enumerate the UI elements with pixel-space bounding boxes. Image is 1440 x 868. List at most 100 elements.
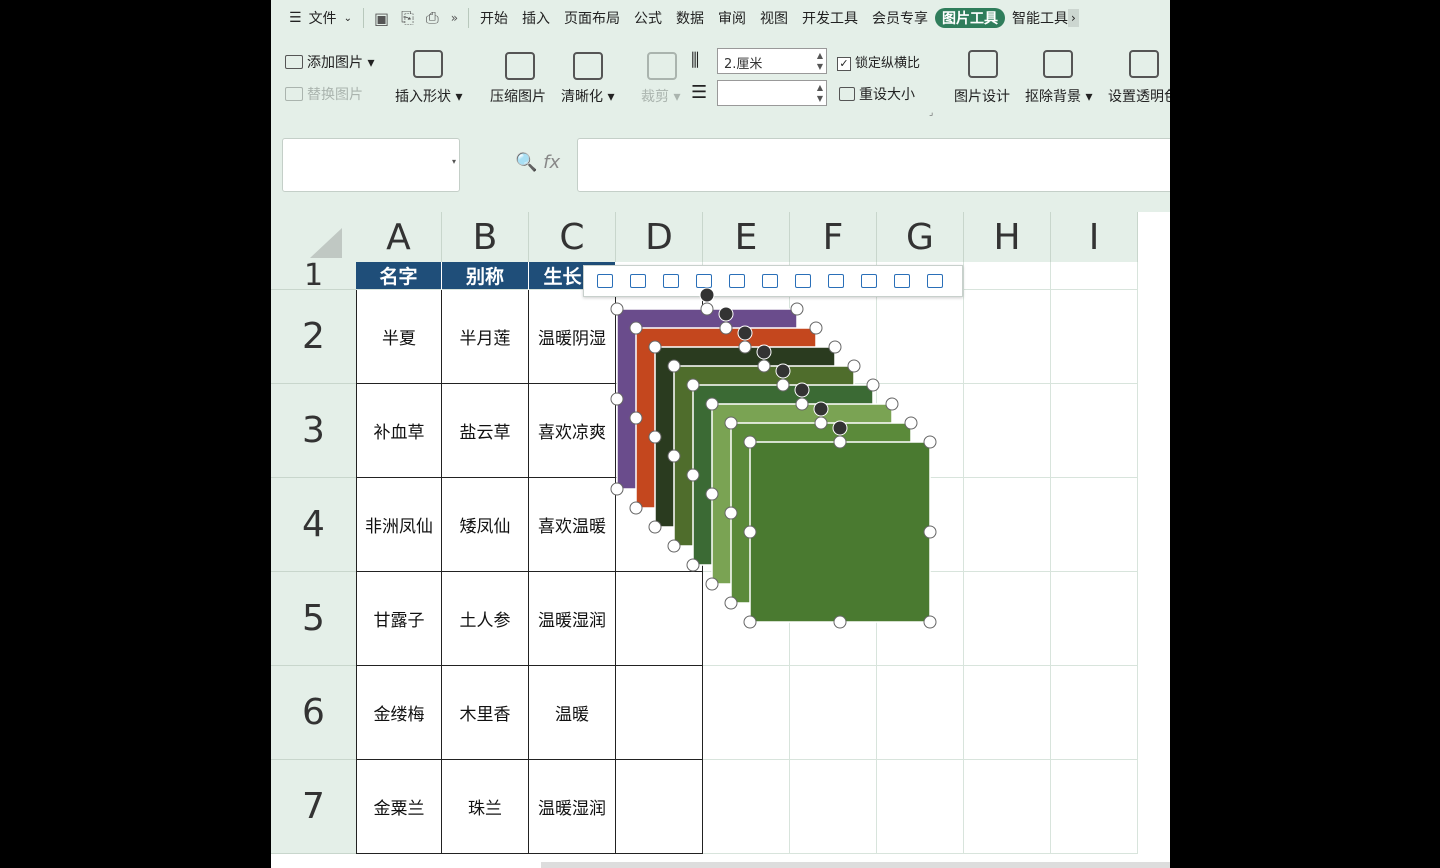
file-menu[interactable]: 文件 <box>309 8 344 28</box>
resize-handle[interactable] <box>705 397 719 411</box>
export-pdf-icon[interactable]: ⎘ <box>395 8 420 28</box>
resize-handle[interactable] <box>790 302 804 316</box>
hamburger-menu-icon[interactable]: ☰ <box>271 10 309 26</box>
resize-handle[interactable] <box>667 539 681 553</box>
add-picture-button[interactable]: 添加图片 ▾ <box>285 52 374 72</box>
resize-handle[interactable] <box>923 615 937 629</box>
sharpen-icon <box>573 52 603 80</box>
resize-handle[interactable] <box>667 359 681 373</box>
lock-ratio-checkbox[interactable]: ✓ 锁定纵横比 <box>837 52 920 71</box>
tab-review[interactable]: 审阅 <box>711 8 753 28</box>
resize-handle[interactable] <box>904 416 918 430</box>
resize-handle[interactable] <box>724 506 738 520</box>
resize-handle[interactable] <box>686 468 700 482</box>
resize-handle[interactable] <box>743 615 757 629</box>
resize-handle[interactable] <box>757 359 771 373</box>
resize-handle[interactable] <box>610 392 624 406</box>
resize-handle[interactable] <box>686 378 700 392</box>
crop-button[interactable]: 裁剪 ▾ <box>641 86 680 106</box>
resize-handle[interactable] <box>629 411 643 425</box>
resize-handle[interactable] <box>700 302 714 316</box>
resize-handle[interactable] <box>629 501 643 515</box>
resize-handle[interactable] <box>724 416 738 430</box>
resize-handle[interactable] <box>738 340 752 354</box>
resize-handle[interactable] <box>814 416 828 430</box>
horizontal-scrollbar[interactable] <box>541 862 1170 868</box>
save-icon[interactable]: ▣ <box>368 9 395 28</box>
resize-handle[interactable] <box>724 596 738 610</box>
rotate-handle-icon[interactable] <box>775 363 791 379</box>
print-icon[interactable]: ⎙ <box>420 8 445 28</box>
picture-design-button[interactable]: 图片设计 <box>954 86 1010 106</box>
resize-handle[interactable] <box>866 378 880 392</box>
insert-shape-icon <box>413 50 443 78</box>
resize-handle[interactable] <box>743 435 757 449</box>
resize-handle[interactable] <box>648 430 662 444</box>
chevron-down-icon[interactable]: ▾ <box>452 157 456 166</box>
tab-page-layout[interactable]: 页面布局 <box>557 8 627 28</box>
tab-smart-tools[interactable]: 智能工具 <box>1005 8 1068 28</box>
resize-handle[interactable] <box>923 525 937 539</box>
dialog-launcher-icon[interactable]: ⌟ <box>929 108 933 118</box>
insert-shape-label: 插入形状 <box>395 89 451 105</box>
resize-handle[interactable] <box>809 321 823 335</box>
resize-handle[interactable] <box>648 340 662 354</box>
height-input[interactable]: ▲ ▼ <box>717 80 827 106</box>
zoom-icon[interactable]: 🔍 <box>515 152 537 173</box>
tab-insert[interactable]: 插入 <box>515 8 557 28</box>
more-icon[interactable]: » <box>445 11 464 25</box>
resize-handle[interactable] <box>833 435 847 449</box>
rotate-handle-icon[interactable] <box>813 401 829 417</box>
chevron-down-icon[interactable]: ⌄ <box>344 13 359 24</box>
tab-member[interactable]: 会员专享 <box>865 8 935 28</box>
resize-handle[interactable] <box>719 321 733 335</box>
tab-data[interactable]: 数据 <box>669 8 711 28</box>
spinner-arrows-icon[interactable]: ▲ ▼ <box>817 82 823 104</box>
rotate-handle-icon[interactable] <box>699 287 715 303</box>
tab-developer[interactable]: 开发工具 <box>795 8 865 28</box>
remove-background-button[interactable]: 抠除背景 ▾ <box>1025 86 1092 106</box>
resize-handle[interactable] <box>610 302 624 316</box>
resize-handle[interactable] <box>686 558 700 572</box>
resize-handle[interactable] <box>705 577 719 591</box>
replace-picture-button[interactable]: 替换图片 <box>285 84 363 104</box>
set-transparent-button[interactable]: 设置透明色 <box>1108 86 1170 106</box>
width-value: 2.厘米 <box>724 57 763 72</box>
resize-handle[interactable] <box>705 487 719 501</box>
resize-handle[interactable] <box>648 520 662 534</box>
rotate-handle-icon[interactable] <box>832 420 848 436</box>
rotate-handle-icon[interactable] <box>737 325 753 341</box>
compress-picture-button[interactable]: 压缩图片 <box>490 86 546 106</box>
reset-size-button[interactable]: 重设大小 <box>839 84 915 104</box>
plant-picture-8[interactable] <box>743 420 937 629</box>
resize-handle[interactable] <box>776 378 790 392</box>
name-box[interactable]: ▾ <box>282 138 460 192</box>
insert-shape-button[interactable]: 插入形状 ▾ <box>395 86 462 106</box>
tab-home[interactable]: 开始 <box>473 8 515 28</box>
resize-handle[interactable] <box>667 449 681 463</box>
tab-formulas[interactable]: 公式 <box>627 8 669 28</box>
tab-picture-tools[interactable]: 图片工具 <box>935 8 1006 28</box>
rotate-handle-icon[interactable] <box>794 382 810 398</box>
scroll-tabs-right-icon[interactable]: › <box>1068 9 1079 27</box>
rotate-handle-icon[interactable] <box>756 344 772 360</box>
resize-handle[interactable] <box>629 321 643 335</box>
resize-handle[interactable] <box>743 525 757 539</box>
resize-handle[interactable] <box>610 482 624 496</box>
resize-handle[interactable] <box>828 340 842 354</box>
width-input[interactable]: 2.厘米 ▲ ▼ <box>717 48 827 74</box>
crop-icon <box>647 52 677 80</box>
formula-input[interactable] <box>577 138 1170 192</box>
sharpen-button[interactable]: 清晰化 ▾ <box>561 86 614 106</box>
spinner-arrows-icon[interactable]: ▲ ▼ <box>817 50 823 72</box>
selected-pictures-stack[interactable] <box>271 212 1170 868</box>
fx-icon[interactable]: fx <box>543 152 560 173</box>
rotate-handle-icon[interactable] <box>718 306 734 322</box>
resize-handle[interactable] <box>923 435 937 449</box>
picture-design-icon <box>968 50 998 78</box>
tab-view[interactable]: 视图 <box>753 8 795 28</box>
resize-handle[interactable] <box>885 397 899 411</box>
resize-handle[interactable] <box>833 615 847 629</box>
resize-handle[interactable] <box>847 359 861 373</box>
resize-handle[interactable] <box>795 397 809 411</box>
